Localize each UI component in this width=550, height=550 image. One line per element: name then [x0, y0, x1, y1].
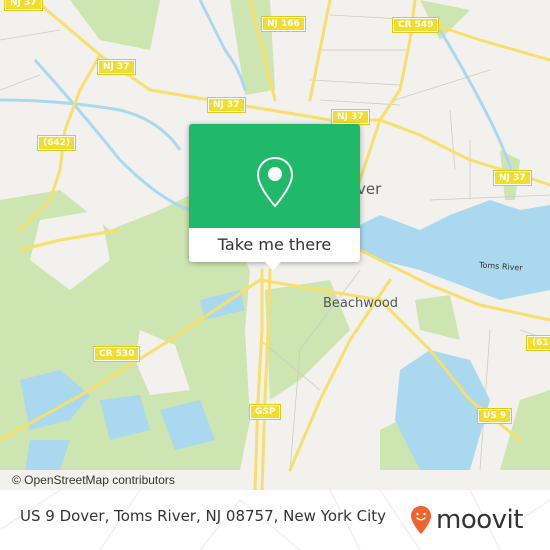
place-label-dover: ver: [357, 180, 382, 198]
road-shield-nj-37: NJ 37: [331, 109, 370, 125]
road-shield-nj-166: NJ 166: [261, 16, 306, 32]
take-me-there-button[interactable]: Take me there: [189, 228, 360, 262]
road-shield-us-9: US 9: [476, 408, 513, 424]
road-shield-nj-37: NJ 37: [97, 59, 136, 75]
moovit-logo[interactable]: moovit: [410, 500, 523, 540]
popup-header[interactable]: [189, 124, 360, 228]
road-shield-cr-549: CR 549: [391, 17, 440, 33]
park-area: [415, 295, 460, 340]
road-shield-cr-530: CR 530: [92, 346, 141, 362]
road-shield-nj-37: NJ 37: [4, 0, 43, 11]
map-pin-icon: [256, 156, 294, 208]
cr-549-east: [418, 18, 550, 62]
road-shield-61x: (61: [526, 335, 550, 351]
address-text: US 9 Dover, Toms River, NJ 08757, New Yo…: [20, 507, 387, 525]
road-shield-gsp: GSP: [248, 404, 282, 420]
place-label-beachwood: Beachwood: [323, 296, 399, 311]
moovit-face-pin-icon: [411, 506, 431, 534]
footer: US 9 Dover, Toms River, NJ 08757, New Yo…: [0, 490, 550, 550]
road-shield-nj-37: NJ 37: [207, 97, 246, 113]
road-shield-nj-37: NJ 37: [493, 170, 532, 186]
popup-pointer: [265, 262, 281, 270]
garden-state-parkway: [253, 268, 264, 490]
map-attribution[interactable]: © OpenStreetMap contributors: [0, 470, 205, 490]
location-popup: Take me there: [189, 124, 360, 270]
moovit-wordmark: moovit: [436, 505, 523, 535]
road-shield-642: (642): [36, 135, 77, 151]
map[interactable]: NJ 37 NJ 37 NJ 37 NJ 37 NJ 37 NJ 166 CR …: [0, 0, 550, 490]
toms-river-water: [350, 200, 550, 300]
